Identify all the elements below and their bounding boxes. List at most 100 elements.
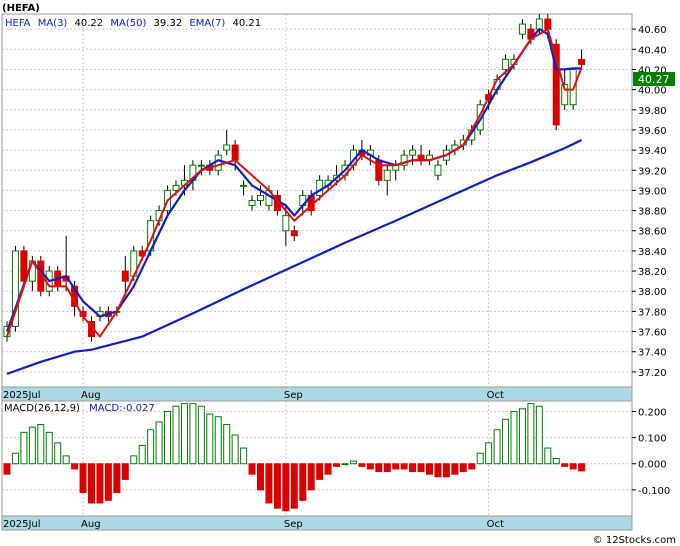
macd-bar xyxy=(417,463,425,473)
macd-bar xyxy=(527,403,535,465)
legend-ema7-value: 40.21 xyxy=(233,18,262,29)
macd-bar xyxy=(104,463,112,501)
price-tick-label: 40.00 xyxy=(638,86,667,97)
macd-bar xyxy=(147,429,155,465)
price-x-label: Aug xyxy=(81,390,101,401)
candle-body xyxy=(578,58,586,65)
macd-bar xyxy=(409,463,417,473)
price-tick-label: 39.80 xyxy=(638,106,667,117)
macd-bar xyxy=(459,463,467,473)
candle-body xyxy=(223,144,231,151)
price-tick-label: 37.40 xyxy=(638,348,667,359)
macd-bar xyxy=(45,431,53,465)
macd-bar xyxy=(265,463,273,504)
y-tick-labels: 37.20 37.40 37.60 37.80 38.00 38.20 38.40 38.60… xyxy=(632,25,670,497)
macd-bar xyxy=(434,463,442,478)
candle-body xyxy=(544,18,552,30)
macd-bar xyxy=(206,413,214,465)
macd-bar xyxy=(11,452,19,465)
macd-bar xyxy=(316,463,324,480)
macd-bar xyxy=(375,463,383,473)
macd-x-label: Aug xyxy=(81,519,101,530)
candle-body xyxy=(409,149,417,156)
price-tick-label: 40.60 xyxy=(638,25,667,36)
price-tick-label: 38.40 xyxy=(638,247,667,258)
macd-bar xyxy=(138,444,146,465)
price-tick-label: 38.00 xyxy=(638,287,667,298)
price-tick-label: 39.20 xyxy=(638,166,667,177)
macd-bar xyxy=(544,447,552,465)
macd-bar xyxy=(248,463,256,475)
macd-bar xyxy=(493,429,501,465)
price-x-label: 2025Jul xyxy=(3,390,41,401)
macd-bar xyxy=(37,424,45,465)
candle-body xyxy=(290,230,298,237)
legend-ema7-label: EMA(7) xyxy=(189,18,225,29)
macd-bar xyxy=(349,460,357,465)
macd-bar xyxy=(273,463,281,509)
macd-bar xyxy=(282,463,290,512)
macd-bar xyxy=(79,463,87,493)
price-x-label: Oct xyxy=(487,390,504,401)
last-price-label: 40.27 xyxy=(638,73,670,86)
price-tick-label: 39.40 xyxy=(638,146,667,157)
candle-body xyxy=(121,270,129,282)
macd-bar xyxy=(189,403,197,465)
macd-legend: MACD(26,12,9) MACD:-0.027 xyxy=(4,403,155,414)
macd-bar xyxy=(180,403,188,465)
candle-body xyxy=(231,144,239,161)
macd-bar xyxy=(54,442,62,465)
macd-bar xyxy=(307,463,315,491)
candle-body xyxy=(172,184,180,191)
price-tick-label: 38.20 xyxy=(638,267,667,278)
macd-bar xyxy=(62,455,70,465)
candle-body xyxy=(248,200,256,207)
macd-bar xyxy=(197,405,205,465)
chart-canvas: 37.20 37.40 37.60 37.80 38.00 38.20 38.40 38.60… xyxy=(1,3,676,546)
macd-tick-label: 0.100 xyxy=(638,434,667,445)
macd-bar xyxy=(240,447,248,465)
macd-bar xyxy=(358,463,366,467)
macd-bar xyxy=(164,410,172,465)
macd-bar xyxy=(71,463,79,470)
macd-bar xyxy=(426,463,433,475)
legend-symbol: HEFA xyxy=(5,18,31,29)
macd-bar xyxy=(333,463,341,467)
watermark: © 12Stocks.com xyxy=(593,535,676,546)
macd-tick-label: 0.000 xyxy=(638,460,667,471)
macd-bar xyxy=(552,458,560,465)
macd-bar xyxy=(341,463,349,466)
macd-bar xyxy=(476,452,484,465)
macd-bar xyxy=(442,463,450,478)
candle-body xyxy=(535,18,543,30)
macd-bar xyxy=(535,405,543,465)
macd-bar xyxy=(383,463,391,473)
legend-ma50-label: MA(50) xyxy=(110,18,146,29)
macd-bar xyxy=(257,463,264,491)
candle-body xyxy=(502,58,510,70)
macd-x-label: Sep xyxy=(284,519,303,530)
price-tick-label: 38.80 xyxy=(638,207,667,218)
macd-bar xyxy=(510,410,518,465)
macd-tick-label: -0.100 xyxy=(638,486,670,497)
legend: HEFA MA(3) 40.22 MA(50) 39.32 EMA(7) 40.… xyxy=(5,18,261,29)
macd-bar xyxy=(569,463,577,470)
macd-bar xyxy=(96,463,104,504)
macd-bar xyxy=(88,463,95,504)
price-x-label: Sep xyxy=(284,390,303,401)
macd-x-label: Oct xyxy=(487,519,504,530)
macd-bar xyxy=(578,463,586,472)
macd-bar xyxy=(155,421,163,465)
candle-body xyxy=(383,169,391,181)
macd-bar xyxy=(502,418,510,465)
macd-legend-value: MACD:-0.027 xyxy=(89,403,155,414)
price-tick-label: 39.60 xyxy=(638,126,667,137)
macd-bar xyxy=(223,424,231,465)
macd-legend-params: MACD(26,12,9) xyxy=(4,403,80,414)
macd-bar xyxy=(172,405,180,465)
macd-bar xyxy=(113,463,121,493)
macd-bar xyxy=(468,463,476,470)
price-tick-label: 39.00 xyxy=(638,186,667,197)
candle-body xyxy=(434,164,442,176)
legend-ma3-value: 40.22 xyxy=(75,18,104,29)
